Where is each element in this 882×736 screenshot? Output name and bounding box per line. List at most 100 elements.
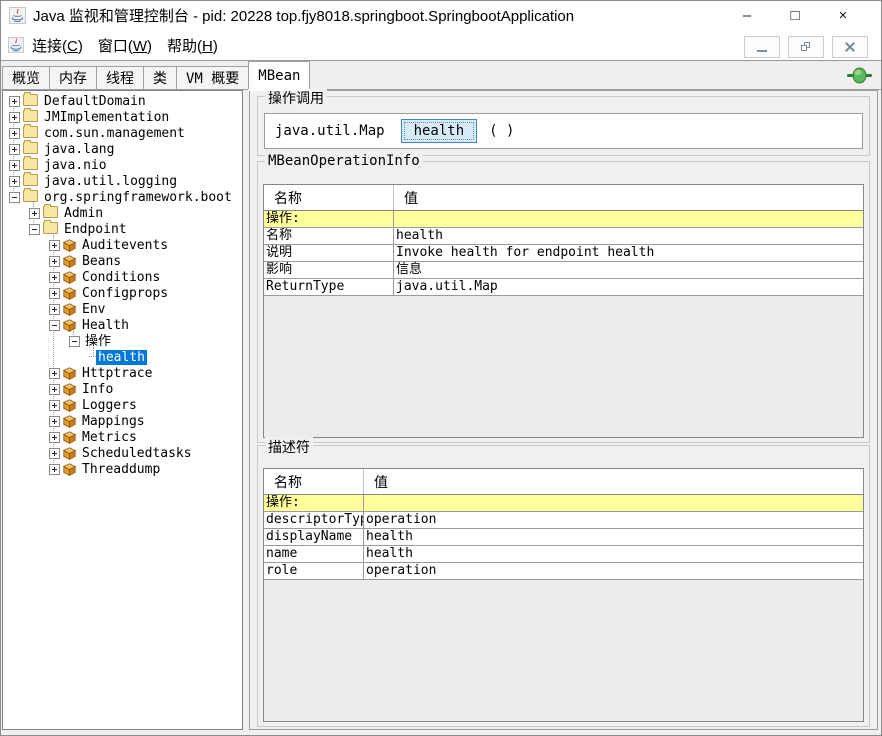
inner-frame-close-button[interactable] xyxy=(832,36,868,58)
cell-value xyxy=(364,495,863,511)
tree-toggle-collapse-icon[interactable] xyxy=(9,192,20,203)
tree-item-label: Info xyxy=(80,382,115,397)
window-maximize-button[interactable]: □ xyxy=(775,0,815,30)
tree-toggle-collapse-icon[interactable] xyxy=(29,224,40,235)
column-header-value[interactable]: 值 xyxy=(364,469,863,494)
table-row[interactable]: roleoperation xyxy=(264,563,863,580)
menu-item-connection[interactable]: 连接(C) xyxy=(25,32,90,59)
tree-item[interactable]: 操作 xyxy=(3,333,242,349)
table-row[interactable]: 影响信息 xyxy=(264,262,863,279)
tree-item-java-lang[interactable]: java.lang xyxy=(3,141,242,157)
tree-item-health[interactable]: health xyxy=(3,349,242,365)
tree-item-defaultdomain[interactable]: DefaultDomain xyxy=(3,93,242,109)
cell-name: 影响 xyxy=(264,262,394,278)
tree-toggle-expand-icon[interactable] xyxy=(49,288,60,299)
tree-toggle-expand-icon[interactable] xyxy=(29,208,40,219)
tree-item-endpoint[interactable]: Endpoint xyxy=(3,221,242,237)
tree-toggle-expand-icon[interactable] xyxy=(49,448,60,459)
window-minimize-button[interactable]: – xyxy=(727,0,767,30)
table-row[interactable]: 说明Invoke health for endpoint health xyxy=(264,245,863,262)
tree-item-label: Configprops xyxy=(80,286,170,301)
tree-toggle-expand-icon[interactable] xyxy=(9,160,20,171)
tab-memory[interactable]: 内存 xyxy=(49,66,97,89)
tab-vm-summary[interactable]: VM 概要 xyxy=(176,66,249,89)
column-header-name[interactable]: 名称 xyxy=(264,469,364,494)
tree-item-health[interactable]: Health xyxy=(3,317,242,333)
tree-toggle-expand-icon[interactable] xyxy=(49,304,60,315)
tree-item-beans[interactable]: Beans xyxy=(3,253,242,269)
tree-toggle-expand-icon[interactable] xyxy=(9,176,20,187)
tree-item-threaddump[interactable]: Threaddump xyxy=(3,461,242,477)
tree-item-scheduledtasks[interactable]: Scheduledtasks xyxy=(3,445,242,461)
tree-item-java-util-logging[interactable]: java.util.logging xyxy=(3,173,242,189)
tree-item-label: Scheduledtasks xyxy=(80,446,194,461)
table-row[interactable]: ReturnTypejava.util.Map xyxy=(264,279,863,296)
tree-toggle-expand-icon[interactable] xyxy=(49,240,60,251)
tree-item-auditevents[interactable]: Auditevents xyxy=(3,237,242,253)
tree-toggle-expand-icon[interactable] xyxy=(49,432,60,443)
folder-icon xyxy=(23,142,38,154)
tree-item-jmimplementation[interactable]: JMImplementation xyxy=(3,109,242,125)
tree-toggle-expand-icon[interactable] xyxy=(49,368,60,379)
tree-item-info[interactable]: Info xyxy=(3,381,242,397)
tab-threads[interactable]: 线程 xyxy=(96,66,144,89)
cell-value: java.util.Map xyxy=(394,279,863,295)
cell-value: operation xyxy=(364,512,863,528)
tree-item-env[interactable]: Env xyxy=(3,301,242,317)
window-close-button[interactable]: × xyxy=(823,0,863,30)
table-row[interactable]: namehealth xyxy=(264,546,863,563)
menu-item-window[interactable]: 窗口(W) xyxy=(91,32,159,59)
tree-item-label: 操作 xyxy=(83,334,113,349)
tree-toggle-expand-icon[interactable] xyxy=(9,96,20,107)
tab-mbean[interactable]: MBean xyxy=(248,61,310,89)
table-row[interactable]: 名称health xyxy=(264,228,863,245)
column-header-name[interactable]: 名称 xyxy=(264,185,394,210)
column-header-value[interactable]: 值 xyxy=(394,185,863,210)
cell-value: Invoke health for endpoint health xyxy=(394,245,863,261)
folder-icon xyxy=(23,158,38,170)
health-operation-button[interactable]: health xyxy=(401,119,478,143)
tree-item-metrics[interactable]: Metrics xyxy=(3,429,242,445)
menu-label-post: ) xyxy=(147,38,152,55)
tab-classes[interactable]: 类 xyxy=(143,66,177,89)
inner-frame-minimize-button[interactable] xyxy=(744,36,780,58)
table-row[interactable]: 操作: xyxy=(264,495,863,512)
tree-item-label: DefaultDomain xyxy=(42,94,148,109)
tree-toggle-expand-icon[interactable] xyxy=(9,144,20,155)
folder-icon xyxy=(43,206,58,218)
tree-item-java-nio[interactable]: java.nio xyxy=(3,157,242,173)
mbean-cube-icon xyxy=(63,447,80,460)
tree-toggle-expand-icon[interactable] xyxy=(49,256,60,267)
tree-item-label: Httptrace xyxy=(80,366,154,381)
cell-name: descriptorType xyxy=(264,512,364,528)
cell-name: 名称 xyxy=(264,228,394,244)
tree-item-com-sun-management[interactable]: com.sun.management xyxy=(3,125,242,141)
tree-toggle-expand-icon[interactable] xyxy=(49,416,60,427)
tree-toggle-expand-icon[interactable] xyxy=(49,400,60,411)
tree-toggle-collapse-icon[interactable] xyxy=(69,336,80,347)
tree-toggle-expand-icon[interactable] xyxy=(49,384,60,395)
tree-toggle-collapse-icon[interactable] xyxy=(49,320,60,331)
tree-item-loggers[interactable]: Loggers xyxy=(3,397,242,413)
tree-item-label: Threaddump xyxy=(80,462,162,477)
tree-item-mappings[interactable]: Mappings xyxy=(3,413,242,429)
inner-frame-restore-button[interactable] xyxy=(788,36,824,58)
tree-toggle-expand-icon[interactable] xyxy=(9,112,20,123)
tree-item-conditions[interactable]: Conditions xyxy=(3,269,242,285)
table-row[interactable]: displayNamehealth xyxy=(264,529,863,546)
tree-item-configprops[interactable]: Configprops xyxy=(3,285,242,301)
mbean-cube-icon xyxy=(63,239,80,252)
tab-overview[interactable]: 概览 xyxy=(2,66,50,89)
cell-name: 操作: xyxy=(264,495,364,511)
tree-item-httptrace[interactable]: Httptrace xyxy=(3,365,242,381)
table-row[interactable]: 操作: xyxy=(264,211,863,228)
table-row[interactable]: descriptorTypeoperation xyxy=(264,512,863,529)
tree-item-org-springframework-boot[interactable]: org.springframework.boot xyxy=(3,189,242,205)
menu-item-help[interactable]: 帮助(H) xyxy=(160,32,225,59)
tree-toggle-expand-icon[interactable] xyxy=(9,128,20,139)
tree-item-admin[interactable]: Admin xyxy=(3,205,242,221)
tree-toggle-expand-icon[interactable] xyxy=(49,464,60,475)
folder-icon xyxy=(43,222,58,234)
cell-name: role xyxy=(264,563,364,579)
tree-toggle-expand-icon[interactable] xyxy=(49,272,60,283)
